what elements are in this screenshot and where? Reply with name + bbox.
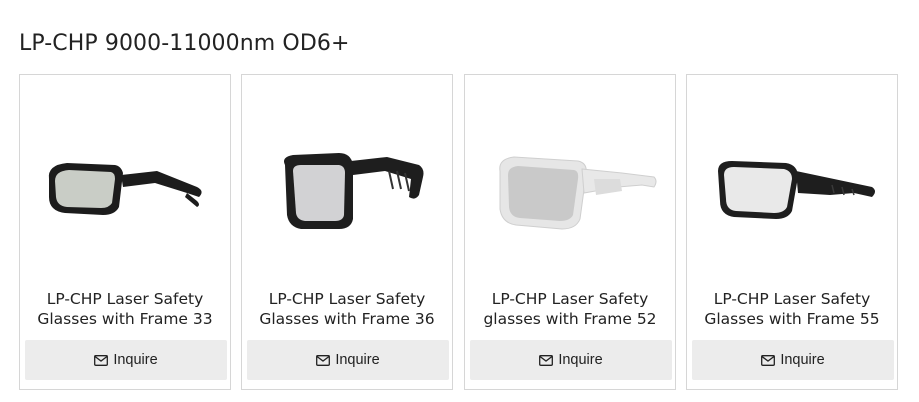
envelope-icon — [539, 354, 554, 366]
product-image[interactable] — [242, 115, 452, 265]
product-image[interactable] — [20, 115, 230, 265]
inquire-button[interactable]: Inquire — [692, 340, 894, 380]
envelope-icon — [316, 354, 331, 366]
product-grid: LP-CHP Laser Safety Glasses with Frame 3… — [19, 74, 909, 390]
product-card[interactable]: LP-CHP Laser Safety Glasses with Frame 3… — [19, 74, 231, 390]
section-title: LP-CHP 9000-11000nm OD6+ — [19, 31, 350, 56]
product-title[interactable]: LP-CHP Laser Safety Glasses with Frame 3… — [246, 289, 448, 329]
inquire-label: Inquire — [558, 352, 603, 368]
product-title[interactable]: LP-CHP Laser Safety Glasses with Frame 5… — [691, 289, 893, 329]
product-image[interactable] — [687, 115, 897, 265]
inquire-button[interactable]: Inquire — [25, 340, 227, 380]
inquire-button[interactable]: Inquire — [247, 340, 449, 380]
glasses-icon — [718, 161, 875, 219]
inquire-button[interactable]: Inquire — [470, 340, 672, 380]
product-card[interactable]: LP-CHP Laser Safety Glasses with Frame 3… — [241, 74, 453, 390]
product-card[interactable]: LP-CHP Laser Safety Glasses with Frame 5… — [686, 74, 898, 390]
envelope-icon — [761, 354, 776, 366]
product-title[interactable]: LP-CHP Laser Safety Glasses with Frame 3… — [24, 289, 226, 329]
glasses-icon — [48, 163, 202, 215]
product-image[interactable] — [465, 115, 675, 265]
glasses-icon — [499, 156, 657, 230]
product-card[interactable]: LP-CHP Laser Safety glasses with Frame 5… — [464, 74, 676, 390]
glasses-icon — [284, 153, 424, 229]
inquire-label: Inquire — [780, 352, 825, 368]
inquire-label: Inquire — [335, 352, 380, 368]
envelope-icon — [94, 354, 109, 366]
product-title[interactable]: LP-CHP Laser Safety glasses with Frame 5… — [469, 289, 671, 329]
inquire-label: Inquire — [113, 352, 158, 368]
